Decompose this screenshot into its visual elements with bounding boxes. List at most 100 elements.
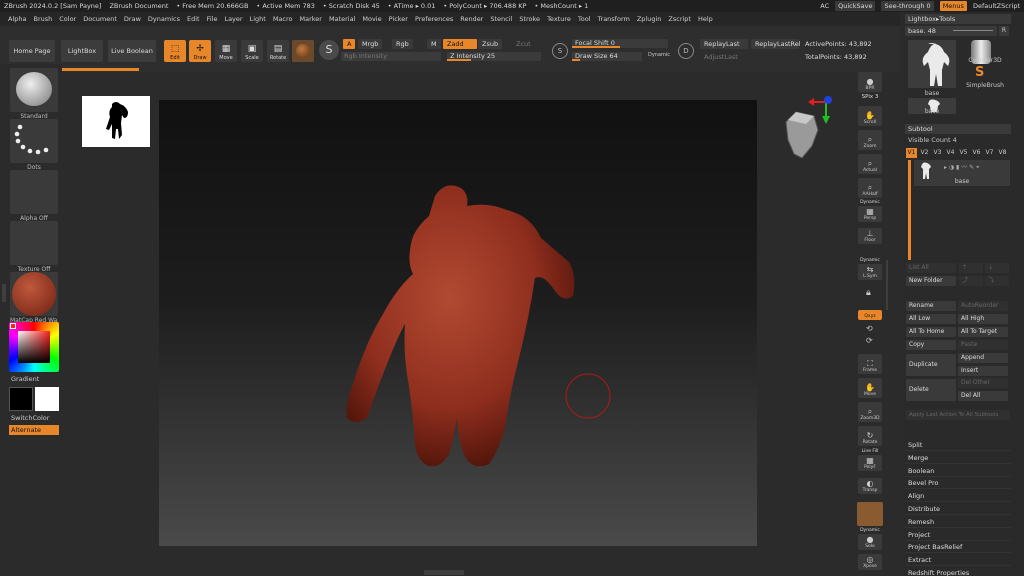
- move-button[interactable]: ▦ Move: [215, 40, 237, 62]
- r-button[interactable]: R: [999, 26, 1009, 36]
- menu-marker[interactable]: Marker: [299, 15, 321, 23]
- action-split[interactable]: Split: [905, 439, 1011, 451]
- rename-button[interactable]: Rename: [906, 301, 956, 311]
- rgb-toggle[interactable]: Rgb: [392, 39, 413, 49]
- main-color-swatch[interactable]: [9, 387, 33, 411]
- solo-button[interactable]: ● Solo: [858, 534, 882, 550]
- aahalf-button[interactable]: ⌕ AAHalf: [858, 178, 882, 198]
- action-merge[interactable]: Merge: [905, 452, 1011, 464]
- mrgb-toggle[interactable]: Mrgb: [358, 39, 383, 49]
- menus-button[interactable]: Menus: [939, 1, 967, 11]
- all-high-button[interactable]: All High: [958, 314, 1008, 324]
- color-picker[interactable]: [9, 322, 59, 372]
- transp-button[interactable]: ◐ Transp: [858, 478, 882, 494]
- zadd-toggle[interactable]: Zadd: [443, 39, 477, 49]
- all-to-target-button[interactable]: All To Target: [958, 327, 1008, 337]
- auto-reorder-button[interactable]: AutoReorder: [958, 301, 1008, 311]
- scroll-button[interactable]: ✋ Scroll: [858, 106, 882, 126]
- new-folder-button[interactable]: New Folder: [906, 276, 956, 286]
- menu-material[interactable]: Material: [329, 15, 355, 23]
- apply-last-action-button[interactable]: Apply Last Action To All Subtools: [906, 410, 1010, 420]
- menu-light[interactable]: Light: [250, 15, 266, 23]
- menu-picker[interactable]: Picker: [389, 15, 408, 23]
- menu-transform[interactable]: Transform: [598, 15, 630, 23]
- visibility-tab-v3[interactable]: V3: [932, 148, 943, 158]
- copy-button[interactable]: Copy: [906, 340, 956, 350]
- menu-draw[interactable]: Draw: [124, 15, 141, 23]
- arrow-down-button[interactable]: ⤵: [985, 276, 1009, 286]
- menu-document[interactable]: Document: [83, 15, 117, 23]
- lock-icon[interactable]: 🔒︎: [866, 288, 871, 298]
- z-intensity-slider[interactable]: Z Intensity 25: [447, 52, 541, 61]
- see-through-slider[interactable]: See-through 0: [881, 1, 934, 11]
- xyz-button[interactable]: Qxyz: [858, 310, 882, 320]
- subtool-scroll[interactable]: [908, 160, 911, 260]
- visibility-tab-v7[interactable]: V7: [984, 148, 995, 158]
- navigation-thumbnail[interactable]: [82, 96, 150, 147]
- action-boolean[interactable]: Boolean: [905, 465, 1011, 477]
- sculpt-mesh-icon[interactable]: [159, 100, 757, 546]
- action-distribute[interactable]: Distribute: [905, 503, 1011, 515]
- rotate-view-button[interactable]: ↻ Rotate: [858, 426, 882, 446]
- del-all-button[interactable]: Del All: [958, 391, 1008, 401]
- action-extract[interactable]: Extract: [905, 554, 1011, 567]
- draw-button[interactable]: ✢ Draw: [189, 40, 211, 62]
- frame-button[interactable]: ⛶ Frame: [858, 354, 882, 374]
- lightbox-tools-header[interactable]: Lightbox▸Tools: [905, 14, 1011, 24]
- material-swatch[interactable]: [292, 40, 314, 62]
- persp-button[interactable]: ▦ Persp: [858, 206, 882, 222]
- subtool-item-toggles[interactable]: ▸ ◑ ▮ 〰 ✎ ⌖: [944, 162, 980, 172]
- xpose-button[interactable]: ◎ Xpose: [858, 554, 882, 570]
- visible-count[interactable]: Visible Count 4: [908, 136, 957, 144]
- ghost-button[interactable]: [857, 502, 883, 526]
- lightbox-button[interactable]: LightBox: [61, 40, 103, 62]
- replay-last-button[interactable]: ReplayLast: [700, 39, 748, 49]
- right-shelf-scrollbar[interactable]: [886, 260, 888, 310]
- menu-texture[interactable]: Texture: [547, 15, 571, 23]
- simplebrush-icon[interactable]: S: [975, 65, 984, 80]
- bottom-tray-handle[interactable]: [424, 570, 464, 575]
- document-canvas[interactable]: [159, 100, 757, 546]
- move-view-button[interactable]: ✋ Move: [858, 378, 882, 398]
- zcut-toggle[interactable]: Zcut: [512, 39, 535, 49]
- menu-color[interactable]: Color: [59, 15, 76, 23]
- subtool-item-base[interactable]: ▸ ◑ ▮ 〰 ✎ ⌖ base: [914, 160, 1010, 186]
- action-align[interactable]: Align: [905, 490, 1011, 503]
- ac-button[interactable]: AC: [820, 2, 829, 10]
- live-boolean-button[interactable]: Live Boolean: [108, 40, 156, 62]
- spotlight-icon[interactable]: S: [319, 40, 339, 60]
- brush-selector[interactable]: Standard: [10, 68, 58, 120]
- menu-edit[interactable]: Edit: [187, 15, 200, 23]
- menu-stencil[interactable]: Stencil: [490, 15, 512, 23]
- edit-button[interactable]: ⬚ Edit: [164, 40, 186, 62]
- focal-shift-slider[interactable]: Focal Shift 0: [572, 39, 668, 48]
- material-selector[interactable]: MatCap Red Wax: [10, 272, 58, 324]
- texture-selector[interactable]: Texture Off: [10, 221, 58, 273]
- menu-layer[interactable]: Layer: [224, 15, 242, 23]
- defaultzscript-button[interactable]: DefaultZScript: [973, 2, 1020, 10]
- action-redshift-properties[interactable]: Redshift Properties: [905, 567, 1011, 576]
- stroke-selector[interactable]: Dots: [10, 119, 58, 171]
- menu-macro[interactable]: Macro: [273, 15, 293, 23]
- alpha-selector[interactable]: Alpha Off: [10, 170, 58, 222]
- delete-button[interactable]: Delete: [906, 379, 956, 401]
- orientation-gizmo[interactable]: [780, 94, 840, 164]
- quicksave-button[interactable]: QuickSave: [835, 1, 876, 11]
- menu-file[interactable]: File: [207, 15, 218, 23]
- adjust-last-slider[interactable]: AdjustLast: [700, 52, 748, 62]
- insert-button[interactable]: Insert: [958, 366, 1008, 376]
- all-to-home-button[interactable]: All To Home: [906, 327, 956, 337]
- menu-brush[interactable]: Brush: [33, 15, 52, 23]
- saturation-square[interactable]: [18, 331, 50, 363]
- a-toggle[interactable]: A: [343, 39, 356, 49]
- menu-preferences[interactable]: Preferences: [415, 15, 453, 23]
- zsub-toggle[interactable]: Zsub: [478, 39, 503, 49]
- action-bevel-pro[interactable]: Bevel Pro: [905, 477, 1011, 490]
- duplicate-button[interactable]: Duplicate: [906, 354, 956, 376]
- menu-zplugin[interactable]: Zplugin: [637, 15, 662, 23]
- menu-alpha[interactable]: Alpha: [8, 15, 26, 23]
- scale-button[interactable]: ▣ Scale: [241, 40, 263, 62]
- home-page-button[interactable]: Home Page: [9, 40, 55, 62]
- all-low-button[interactable]: All Low: [906, 314, 956, 324]
- del-other-button[interactable]: Del Other: [958, 378, 1008, 388]
